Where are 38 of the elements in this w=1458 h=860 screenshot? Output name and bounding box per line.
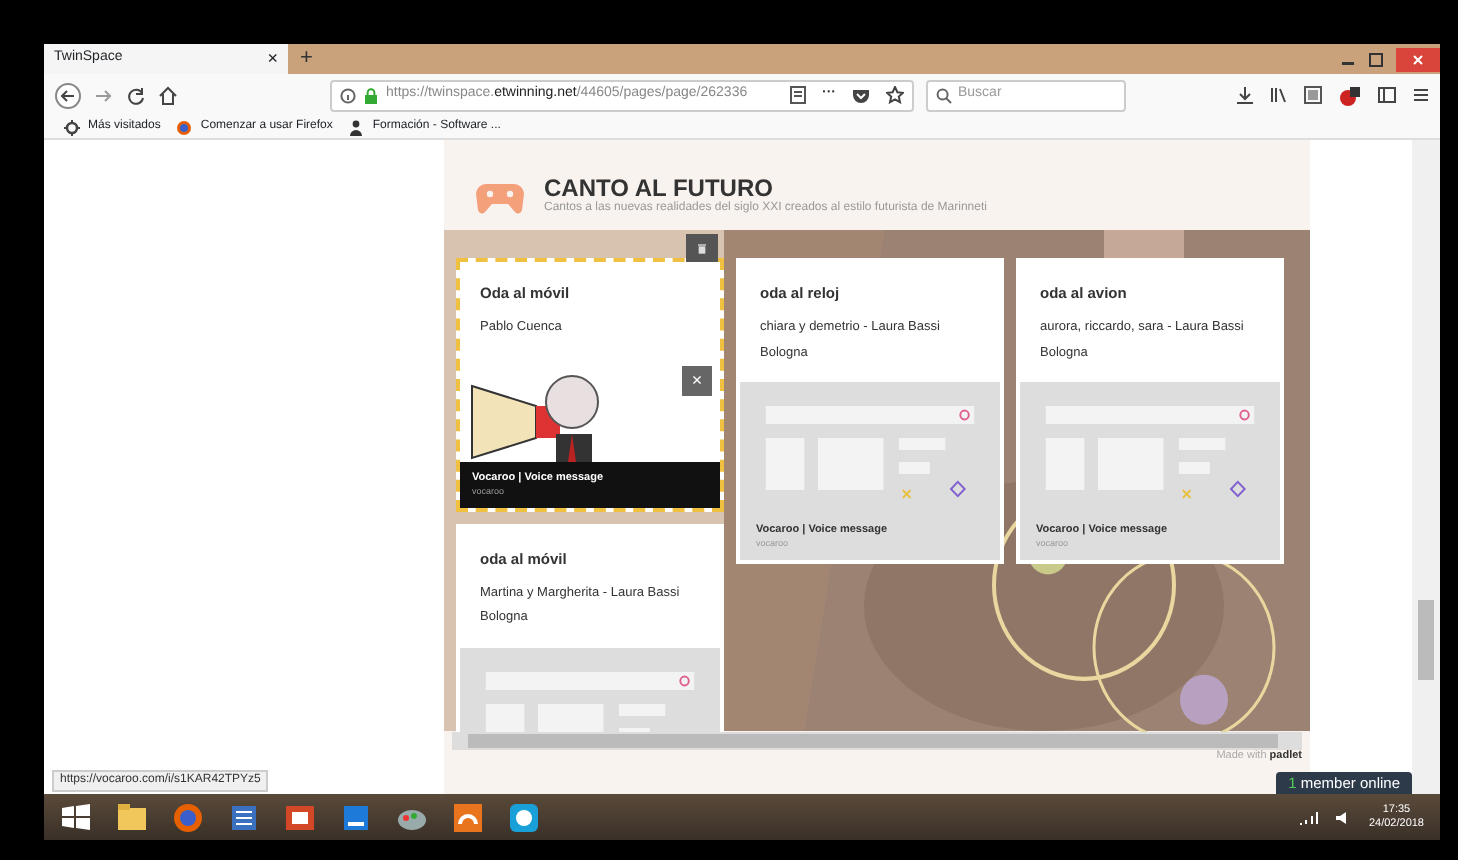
network-icon[interactable] [1298, 809, 1319, 825]
info-icon [340, 87, 356, 103]
gamepad-icon [476, 181, 524, 213]
delete-button[interactable] [686, 234, 718, 262]
lock-icon [364, 87, 378, 103]
slides-icon[interactable] [284, 801, 316, 833]
star-icon[interactable] [886, 86, 904, 104]
sidebar-icon[interactable] [1304, 86, 1322, 104]
addon-icon[interactable] [1338, 85, 1362, 105]
person-icon [348, 119, 365, 135]
trash-icon [698, 241, 706, 255]
reload-icon[interactable] [126, 85, 146, 105]
pocket-icon[interactable] [852, 87, 870, 103]
close-button[interactable]: × [682, 365, 712, 396]
reader-icon[interactable] [790, 86, 806, 104]
document-icon[interactable] [228, 801, 260, 833]
close-icon[interactable] [1396, 47, 1440, 71]
maximize-icon[interactable] [1368, 51, 1384, 67]
horizontal-scrollbar[interactable] [452, 731, 1302, 749]
close-button[interactable]: × [267, 50, 278, 68]
search-icon [936, 87, 952, 103]
menu-icon[interactable] [1412, 86, 1430, 104]
new-tab-button[interactable]: + [288, 44, 325, 74]
board-title: CANTO AL FUTURO [544, 176, 773, 200]
back-icon[interactable] [54, 81, 82, 109]
chat-icon[interactable] [508, 801, 540, 833]
scanner-icon[interactable] [340, 801, 372, 833]
folder-icon[interactable] [116, 801, 148, 833]
windows-icon[interactable] [60, 801, 92, 833]
download-icon[interactable] [1236, 86, 1254, 104]
library-icon[interactable] [1270, 86, 1288, 104]
forward-icon[interactable] [94, 85, 114, 105]
firefox-icon[interactable] [172, 801, 204, 833]
home-icon[interactable] [158, 85, 178, 105]
firefox-icon [176, 119, 193, 135]
vertical-scrollbar[interactable] [1412, 140, 1440, 794]
panel-icon[interactable] [1378, 86, 1396, 104]
gear-icon [64, 119, 80, 135]
